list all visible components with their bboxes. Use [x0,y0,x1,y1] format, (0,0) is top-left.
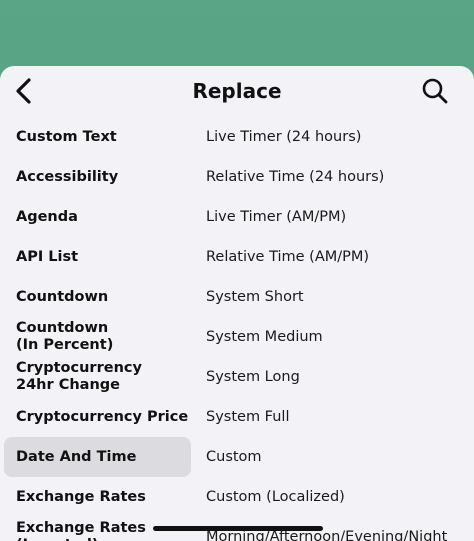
option-item-system-long[interactable]: System Long [196,357,474,397]
option-item-live-timer-ampm[interactable]: Live Timer (AM/PM) [196,197,474,237]
format-option-list: Live Timer (24 hours) Relative Time (24 … [196,117,474,541]
category-label: Custom Text [16,128,117,145]
category-label: Date And Time [16,448,137,465]
category-label: Cryptocurrency Price [16,408,189,425]
category-label: Countdown [16,288,109,305]
category-item-countdown-percent[interactable]: Countdown (In Percent) [4,317,191,357]
option-item-system-short[interactable]: System Short [196,277,474,317]
option-label: Custom (Localized) [206,489,345,505]
option-label: Live Timer (24 hours) [206,129,362,145]
category-item-crypto-price[interactable]: Cryptocurrency Price [4,397,191,437]
category-item-api-list[interactable]: API List [4,237,191,277]
navigation-bar: Replace [0,66,474,116]
category-item-accessibility[interactable]: Accessibility [4,157,191,197]
category-label: Accessibility [16,168,119,185]
home-indicator[interactable] [153,526,323,531]
option-label: System Long [206,369,300,385]
option-item-custom[interactable]: Custom [196,437,474,477]
option-item-system-full[interactable]: System Full [196,397,474,437]
category-item-countdown[interactable]: Countdown [4,277,191,317]
option-item-system-medium[interactable]: System Medium [196,317,474,357]
search-icon [422,78,448,104]
category-label: Cryptocurrency 24hr Change [16,360,142,393]
option-item-custom-localized[interactable]: Custom (Localized) [196,477,474,517]
option-label: Relative Time (AM/PM) [206,249,370,265]
search-button[interactable] [418,74,452,108]
option-item-relative-time-24[interactable]: Relative Time (24 hours) [196,157,474,197]
option-label: System Medium [206,329,323,345]
chevron-left-icon [16,78,31,104]
option-label: Live Timer (AM/PM) [206,209,347,225]
category-item-custom-text[interactable]: Custom Text [4,117,191,157]
category-item-crypto-change[interactable]: Cryptocurrency 24hr Change [4,357,191,397]
option-item-relative-time-ampm[interactable]: Relative Time (AM/PM) [196,237,474,277]
category-label: Exchange Rates (Inverted) [16,520,146,541]
option-label: System Short [206,289,304,305]
back-button[interactable] [8,74,40,108]
category-item-agenda[interactable]: Agenda [4,197,191,237]
category-item-exchange-rates[interactable]: Exchange Rates [4,477,191,517]
page-title: Replace [192,79,282,103]
category-label: API List [16,248,79,265]
category-label: Exchange Rates [16,488,146,505]
category-label: Agenda [16,208,78,225]
option-label: Custom [206,449,262,465]
option-label: Relative Time (24 hours) [206,169,385,185]
option-label: System Full [206,409,290,425]
option-item-live-timer-24[interactable]: Live Timer (24 hours) [196,117,474,157]
category-item-date-and-time[interactable]: Date And Time [4,437,191,477]
replace-sheet: Replace Custom Text Accessibility Agenda… [0,66,474,541]
category-list: Custom Text Accessibility Agenda API Lis… [4,117,191,541]
category-label: Countdown (In Percent) [16,320,114,353]
